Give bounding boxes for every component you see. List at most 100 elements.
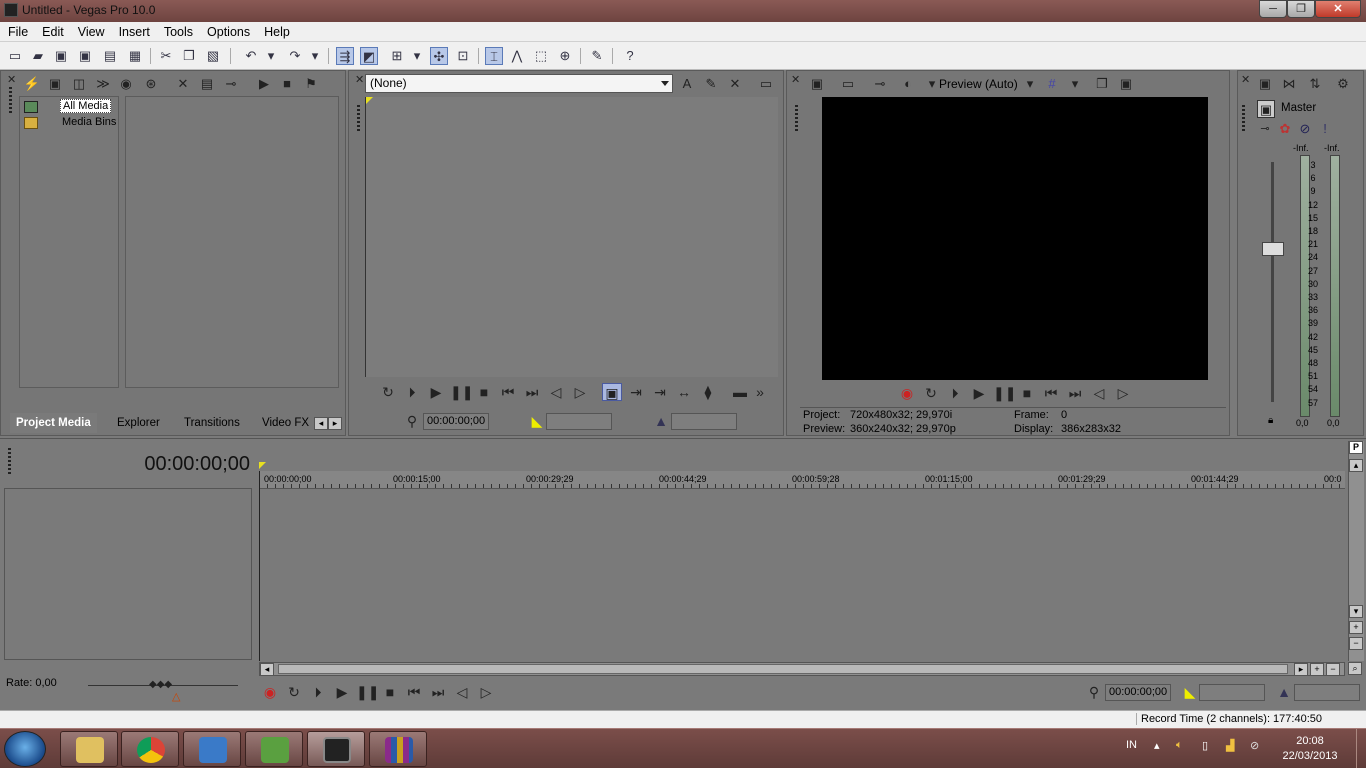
language-indicator[interactable]: IN [1126,739,1137,751]
split-screen-icon[interactable]: ◐ [899,75,917,93]
import-media-icon[interactable]: ⚡ [23,75,41,93]
auto-preview-icon[interactable]: ⚑ [302,75,320,93]
monitor-icon[interactable]: ▭ [757,75,775,93]
preview-screen[interactable] [822,97,1208,380]
stop-icon[interactable]: ■ [474,383,494,401]
panel-grip[interactable] [9,87,12,113]
close-button[interactable]: ✕ [1315,0,1361,18]
record-icon[interactable]: ◉ [260,683,280,701]
preview-quality[interactable]: Preview (Auto) [939,77,1018,91]
menu-options[interactable]: Options [199,22,256,39]
play-from-start-icon[interactable]: ⏵ [945,384,965,402]
taskbar-winrar[interactable] [369,731,427,767]
whats-this-help-icon[interactable]: ? [621,47,639,65]
fit-icon[interactable]: ↔ [674,383,694,401]
open-icon[interactable]: ▰ [29,47,47,65]
zoom-in-icon[interactable]: + [1310,663,1324,676]
normal-edit-tool-icon[interactable]: ⌶ [485,47,503,65]
tree-item-all-media[interactable]: All Media [60,99,112,113]
close-icon[interactable]: ✕ [7,73,16,86]
horizontal-scrollbar[interactable]: ◂ ▸ + − [259,662,1345,676]
envelope-tool-icon[interactable]: ⋀ [508,47,526,65]
next-frame-icon[interactable]: ▷ [570,383,590,401]
play-from-start-icon[interactable]: ⏵ [402,383,422,401]
capture-video-icon[interactable]: ▣ [46,75,64,93]
tab-scroll-right-icon[interactable]: ▸ [328,417,342,430]
snapping-icon[interactable]: ⊞ [388,47,406,65]
properties-icon[interactable]: ▦ [126,47,144,65]
maximize-button[interactable]: ❐ [1287,0,1315,18]
tab-project-media[interactable]: Project Media [10,413,97,433]
scroll-left-icon[interactable]: ◂ [260,663,274,676]
pause-icon[interactable]: ❚❚ [450,383,473,401]
insert-bus-icon[interactable]: ▣ [1256,75,1274,93]
video-output-icon[interactable]: ▣ [808,75,826,93]
go-to-end-icon[interactable]: ⏭ [1065,384,1085,402]
close-icon[interactable]: ✕ [355,73,364,86]
fx-icon[interactable]: ⊸ [871,75,889,93]
record-icon[interactable]: ◉ [897,384,917,402]
pause-icon[interactable]: ❚❚ [993,384,1016,402]
media-list[interactable] [125,96,339,388]
vertical-scrollbar[interactable]: P ▴ ▾ + − [1348,441,1364,661]
volume-fader[interactable] [1262,242,1284,256]
trimmer-timecode[interactable]: 00:00:00;00 [423,413,489,430]
get-photo-icon[interactable]: ◫ [70,75,88,93]
taskbar-explorer[interactable] [60,731,118,767]
get-media-web-icon[interactable]: ◉ [117,75,135,93]
taskbar-wifi[interactable] [245,731,303,767]
selection-length-field[interactable] [1294,684,1360,701]
trimmer-area[interactable] [365,97,778,377]
track-area[interactable] [259,489,1345,661]
stop-icon[interactable]: ■ [1017,384,1037,402]
split-icon[interactable]: ⧫ [698,383,718,401]
stop-icon[interactable]: ■ [278,75,296,93]
properties-icon[interactable]: ▤ [198,75,216,93]
scroll-up-icon[interactable]: ▴ [1349,459,1363,472]
play-from-start-icon[interactable]: ⏵ [308,683,328,701]
chevron-down-icon[interactable]: ▾ [1021,75,1039,93]
loop-icon[interactable]: ↻ [284,683,304,701]
menu-edit[interactable]: Edit [34,22,70,39]
go-to-end-icon[interactable]: ⏭ [428,683,448,701]
menu-file[interactable]: File [0,22,34,39]
dim-output-icon[interactable]: ⇅ [1306,75,1324,93]
save-snapshot-icon[interactable]: ▣ [1117,75,1135,93]
panel-grip[interactable] [357,105,360,131]
menu-insert[interactable]: Insert [111,22,156,39]
zoom-tool-icon[interactable]: ⊕ [556,47,574,65]
add-to-timeline-icon[interactable]: ⇥ [626,383,646,401]
brush-icon[interactable]: ✎ [588,47,606,65]
taskbar-vegas[interactable] [307,731,365,767]
battery-icon[interactable]: ▯ [1202,739,1208,752]
ignore-grouping-icon[interactable]: ⊡ [454,47,472,65]
lock-envelopes-icon[interactable]: ◩ [360,47,378,65]
copy-snapshot-icon[interactable]: ❐ [1093,75,1111,93]
mute-icon[interactable]: ⊘ [1296,120,1314,138]
marker-flag-icon[interactable]: P [1349,441,1363,454]
tab-video-fx[interactable]: Video FX [256,413,315,433]
panel-grip[interactable] [1242,105,1245,131]
network-icon[interactable]: ▟ [1226,739,1234,752]
play-icon[interactable]: ▶ [426,383,446,401]
go-to-start-icon[interactable]: ⏮ [404,683,424,701]
show-desktop-button[interactable] [1356,729,1366,768]
render-icon[interactable]: ▤ [101,47,119,65]
next-frame-icon[interactable]: ▷ [1113,384,1133,402]
go-to-start-icon[interactable]: ⏮ [498,383,518,401]
auto-crossfade-icon[interactable]: ✣ [430,47,448,65]
undo-icon[interactable]: ↶ [242,47,260,65]
copy-icon[interactable]: ❐ [180,47,198,65]
zoom-in-icon[interactable]: + [1349,621,1363,634]
remove-icon[interactable]: ✕ [174,75,192,93]
panel-grip[interactable] [8,448,11,474]
extract-audio-icon[interactable]: ≫ [94,75,112,93]
scroll-down-icon[interactable]: ▾ [1349,605,1363,618]
start-button[interactable] [4,731,46,767]
zoom-tool-icon[interactable]: ⌕ [1348,662,1362,675]
close-icon[interactable]: ✕ [791,73,800,86]
scroll-thumb[interactable] [278,664,1288,674]
playhead[interactable] [259,471,260,661]
chevron-down-icon[interactable]: ▾ [306,47,324,65]
rate-slider-thumb[interactable]: ◆◆◆ [149,679,172,690]
